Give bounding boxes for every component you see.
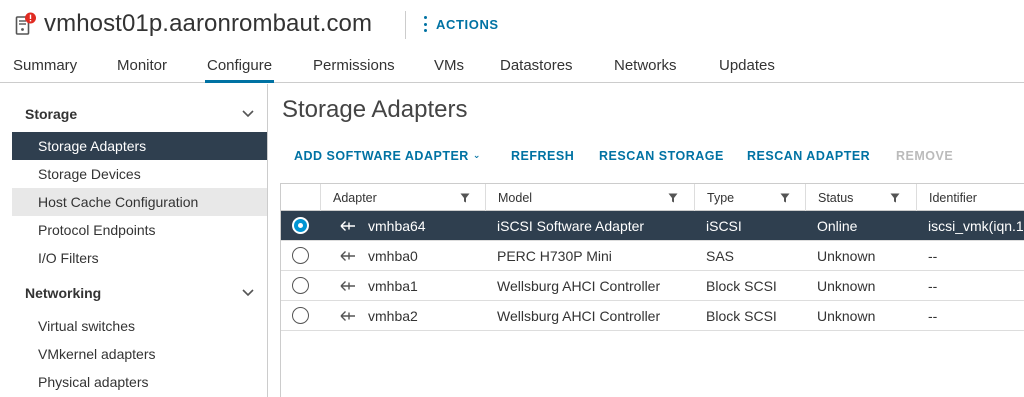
tab-vms[interactable]: VMs: [434, 57, 464, 83]
header-divider: [405, 11, 406, 39]
column-header-status[interactable]: Status: [805, 184, 916, 211]
table-row[interactable]: vmhba1 Wellsburg AHCI Controller Block S…: [281, 271, 1024, 301]
storage-adapter-icon: [340, 221, 355, 231]
sidebar-section-title: Storage: [25, 106, 78, 122]
tab-configure[interactable]: Configure: [205, 57, 275, 83]
sidebar-item-io-filters[interactable]: I/O Filters: [12, 244, 267, 272]
sidebar-item-label: Storage Devices: [38, 166, 141, 182]
sidebar-item-vmkernel-adapters[interactable]: VMkernel adapters: [12, 340, 267, 368]
cell-identifier: --: [928, 308, 938, 324]
storage-adapters-grid: Adapter Model Type Status Identifier vmh…: [280, 183, 1024, 397]
host-title: vmhost01p.aaronrombaut.com: [44, 10, 373, 37]
sidebar-item-label: Physical adapters: [38, 374, 149, 390]
column-header-adapter[interactable]: Adapter: [320, 184, 485, 211]
sidebar-item-storage-adapters[interactable]: Storage Adapters: [12, 132, 267, 160]
row-radio[interactable]: [292, 247, 309, 264]
row-radio[interactable]: [292, 277, 309, 294]
grid-header: Adapter Model Type Status Identifier: [281, 184, 1024, 211]
cell-type: SAS: [706, 248, 735, 264]
tab-monitor[interactable]: Monitor: [117, 57, 167, 83]
object-header: vmhost01p.aaronrombaut.com ACTIONS: [0, 0, 1024, 50]
sidebar-item-protocol-endpoints[interactable]: Protocol Endpoints: [12, 216, 267, 244]
filter-icon[interactable]: [780, 193, 790, 203]
sidebar-item-host-cache-configuration[interactable]: Host Cache Configuration: [12, 188, 267, 216]
sidebar-item-virtual-switches[interactable]: Virtual switches: [12, 312, 267, 340]
row-radio[interactable]: [292, 217, 309, 234]
cell-type: Block SCSI: [706, 308, 777, 324]
object-tabs: Summary Monitor Configure Permissions VM…: [0, 50, 1024, 83]
column-header-model[interactable]: Model: [485, 184, 694, 211]
vertical-ellipsis-icon: [424, 16, 428, 32]
cell-identifier: --: [928, 278, 938, 294]
filter-icon[interactable]: [668, 193, 678, 203]
cell-model: Wellsburg AHCI Controller: [497, 278, 661, 294]
page-title: Storage Adapters: [282, 96, 468, 123]
cell-adapter: vmhba0: [368, 248, 418, 264]
cell-identifier: --: [928, 248, 938, 264]
cell-status: Unknown: [817, 308, 876, 324]
actions-label: ACTIONS: [436, 16, 499, 32]
tab-updates[interactable]: Updates: [719, 57, 775, 83]
sidebar-item-label: Virtual switches: [38, 318, 136, 334]
actions-menu-button[interactable]: ACTIONS: [424, 16, 499, 32]
cell-model: iSCSI Software Adapter: [497, 218, 645, 234]
cell-status: Online: [817, 218, 858, 234]
sidebar-item-storage-devices[interactable]: Storage Devices: [12, 160, 267, 188]
storage-adapter-icon: [340, 251, 355, 261]
column-header-type[interactable]: Type: [694, 184, 805, 211]
storage-adapter-icon: [340, 281, 355, 291]
column-header-label: Identifier: [929, 191, 977, 205]
cell-type: Block SCSI: [706, 278, 777, 294]
sidebar-item-label: VMkernel adapters: [38, 346, 156, 362]
cell-model: PERC H730P Mini: [497, 248, 612, 264]
table-row[interactable]: vmhba0 PERC H730P Mini SAS Unknown --: [281, 241, 1024, 271]
tab-networks[interactable]: Networks: [614, 57, 677, 83]
cell-status: Unknown: [817, 278, 876, 294]
column-header-label: Adapter: [333, 191, 377, 205]
column-header-identifier[interactable]: Identifier: [916, 184, 1024, 211]
sidebar-item-label: I/O Filters: [38, 250, 99, 266]
tab-permissions[interactable]: Permissions: [313, 57, 395, 83]
host-server-alert-icon: [15, 12, 36, 35]
cell-status: Unknown: [817, 248, 876, 264]
add-software-adapter-button[interactable]: ADD SOFTWARE ADAPTER ⌄: [294, 149, 481, 163]
sidebar-item-physical-adapters[interactable]: Physical adapters: [12, 368, 267, 396]
filter-icon[interactable]: [460, 193, 470, 203]
add-software-adapter-label: ADD SOFTWARE ADAPTER: [294, 149, 469, 163]
remove-button[interactable]: REMOVE: [896, 149, 953, 163]
storage-adapter-icon: [340, 311, 355, 321]
filter-icon[interactable]: [890, 193, 900, 203]
sidebar-item-label: Protocol Endpoints: [38, 222, 156, 238]
cell-type: iSCSI: [706, 218, 742, 234]
sidebar-section-storage[interactable]: Storage: [0, 99, 268, 129]
rescan-adapter-button[interactable]: RESCAN ADAPTER: [747, 149, 870, 163]
sidebar-item-label: Storage Adapters: [38, 138, 147, 154]
chevron-down-icon: ⌄: [472, 150, 481, 160]
refresh-button[interactable]: REFRESH: [511, 149, 574, 163]
cell-identifier: iscsi_vmk(iqn.1: [928, 218, 1024, 234]
table-row[interactable]: vmhba2 Wellsburg AHCI Controller Block S…: [281, 301, 1024, 331]
tab-summary[interactable]: Summary: [13, 57, 77, 83]
sidebar-section-title: Networking: [25, 285, 102, 301]
column-header-label: Type: [707, 191, 735, 205]
sidebar-section-networking[interactable]: Networking: [0, 278, 268, 308]
column-header-label: Status: [818, 191, 854, 205]
cell-model: Wellsburg AHCI Controller: [497, 308, 661, 324]
configure-sidebar: Storage Storage Adapters Storage Devices…: [0, 84, 268, 397]
cell-adapter: vmhba64: [368, 218, 426, 234]
row-radio[interactable]: [292, 307, 309, 324]
sidebar-item-label: Host Cache Configuration: [38, 194, 199, 210]
rescan-storage-button[interactable]: RESCAN STORAGE: [599, 149, 724, 163]
chevron-down-icon: [242, 110, 254, 118]
cell-adapter: vmhba2: [368, 308, 418, 324]
column-header-label: Model: [498, 191, 533, 205]
table-row[interactable]: vmhba64 iSCSI Software Adapter iSCSI Onl…: [281, 211, 1024, 241]
chevron-down-icon: [242, 289, 254, 297]
tab-datastores[interactable]: Datastores: [500, 57, 573, 83]
cell-adapter: vmhba1: [368, 278, 418, 294]
